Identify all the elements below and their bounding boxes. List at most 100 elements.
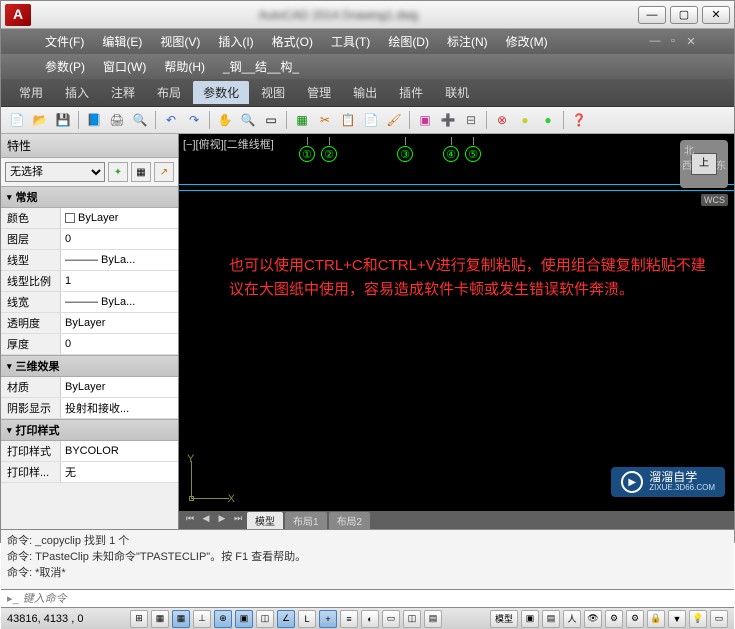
isolate-icon[interactable]: 💡 [689, 610, 707, 628]
prop-value-plottable[interactable]: 无 [61, 462, 178, 482]
menu-draw[interactable]: 绘图(D) [380, 31, 437, 52]
prop-value-lineweight[interactable]: ——— ByLa... [61, 292, 178, 312]
tab-view[interactable]: 视图 [251, 81, 295, 104]
clean-screen-icon[interactable]: ▭ [710, 610, 728, 628]
tab-insert[interactable]: 插入 [55, 81, 99, 104]
group-general[interactable]: ▾常规 [1, 186, 178, 208]
wcs-badge[interactable]: WCS [701, 194, 728, 206]
layout-first-icon[interactable]: ⏮ [183, 513, 197, 527]
layer-add-icon[interactable]: ➕ [438, 110, 458, 130]
open-icon[interactable]: 📂 [30, 110, 50, 130]
command-input[interactable] [23, 593, 728, 605]
match-icon[interactable]: 🖌 [384, 110, 404, 130]
quick-select-icon[interactable]: ✦ [108, 162, 128, 182]
menu-modify[interactable]: 修改(M) [498, 31, 556, 52]
sc-icon[interactable]: ◫ [403, 610, 421, 628]
menu-parametric[interactable]: 参数(P) [37, 56, 93, 77]
select-objects-icon[interactable]: ▦ [131, 162, 151, 182]
tab-annotate[interactable]: 注释 [101, 81, 145, 104]
menu-format[interactable]: 格式(O) [264, 31, 321, 52]
annoauto-icon[interactable]: ⚙ [605, 610, 623, 628]
cut-icon[interactable]: ✂ [315, 110, 335, 130]
print-icon[interactable]: 🖨 [107, 110, 127, 130]
qp-icon[interactable]: ▭ [382, 610, 400, 628]
copy-icon[interactable]: 📋 [338, 110, 358, 130]
save-icon[interactable]: 💾 [53, 110, 73, 130]
menu-file[interactable]: 文件(F) [37, 31, 92, 52]
group-plotstyle[interactable]: ▾打印样式 [1, 419, 178, 441]
toggle-pickadd-icon[interactable]: ↗ [154, 162, 174, 182]
doc-minimize-button[interactable]: — [648, 35, 662, 49]
qview-drawings-icon[interactable]: ▤ [542, 610, 560, 628]
tab-output[interactable]: 输出 [343, 81, 387, 104]
toolbar-lock-icon[interactable]: 🔒 [647, 610, 665, 628]
tab-plugins[interactable]: 插件 [389, 81, 433, 104]
minimize-button[interactable]: — [638, 6, 666, 24]
lwt-icon[interactable]: ≡ [340, 610, 358, 628]
annoscale-icon[interactable]: 人 [563, 610, 581, 628]
paste-icon[interactable]: 📄 [361, 110, 381, 130]
status-coordinates[interactable]: 43816, 4133 , 0 [7, 613, 127, 625]
dyn-icon[interactable]: + [319, 610, 337, 628]
layout-next-icon[interactable]: ▶ [215, 513, 229, 527]
prop-value-ltscale[interactable]: 1 [61, 271, 178, 291]
infer-constraints-icon[interactable]: ⊞ [130, 610, 148, 628]
menu-view[interactable]: 视图(V) [152, 31, 208, 52]
prop-value-plotstyle[interactable]: BYCOLOR [61, 441, 178, 461]
menu-edit[interactable]: 编辑(E) [94, 31, 150, 52]
redo-icon[interactable]: ↷ [184, 110, 204, 130]
new-icon[interactable]: 📄 [7, 110, 27, 130]
help-icon[interactable]: ❓ [569, 110, 589, 130]
doc-close-button[interactable]: ✕ [684, 35, 698, 49]
pan-icon[interactable]: ✋ [215, 110, 235, 130]
3dosnap-icon[interactable]: ◫ [256, 610, 274, 628]
layout-tab-2[interactable]: 布局2 [329, 512, 371, 529]
layer-props-icon[interactable]: ⊟ [461, 110, 481, 130]
viewcube[interactable]: 北 西 上 东 [680, 140, 728, 188]
tab-manage[interactable]: 管理 [297, 81, 341, 104]
layout-tab-model[interactable]: 模型 [247, 512, 283, 529]
prop-value-material[interactable]: ByLayer [61, 377, 178, 397]
tab-online[interactable]: 联机 [435, 81, 479, 104]
snap-icon[interactable]: ▦ [151, 610, 169, 628]
layout-last-icon[interactable]: ⏭ [231, 513, 245, 527]
model-space-button[interactable]: 模型 [490, 610, 518, 628]
viewcube-top-face[interactable]: 上 [691, 153, 717, 175]
otrack-icon[interactable]: ∠ [277, 610, 295, 628]
maximize-button[interactable]: ▢ [670, 6, 698, 24]
grid-icon[interactable]: ▦ [172, 610, 190, 628]
tool2-icon[interactable]: ● [515, 110, 535, 130]
annovis-icon[interactable]: 👁 [584, 610, 602, 628]
group-3d[interactable]: ▾三维效果 [1, 355, 178, 377]
hardware-accel-icon[interactable]: ▼ [668, 610, 686, 628]
prop-value-thickness[interactable]: 0 [61, 334, 178, 354]
menu-insert[interactable]: 插入(I) [210, 31, 261, 52]
prop-value-linetype[interactable]: ——— ByLa... [61, 250, 178, 270]
zoom-window-icon[interactable]: ▭ [261, 110, 281, 130]
qview-layouts-icon[interactable]: ▣ [521, 610, 539, 628]
menu-dimension[interactable]: 标注(N) [439, 31, 496, 52]
workspace-icon[interactable]: ⚙ [626, 610, 644, 628]
ducs-icon[interactable]: L [298, 610, 316, 628]
preview-icon[interactable]: 🔍 [130, 110, 150, 130]
doc-restore-button[interactable]: ▫ [666, 35, 680, 49]
menu-help[interactable]: 帮助(H) [156, 56, 213, 77]
prop-value-color[interactable]: ByLayer [61, 208, 178, 228]
tab-layout[interactable]: 布局 [147, 81, 191, 104]
undo-icon[interactable]: ↶ [161, 110, 181, 130]
am-icon[interactable]: ▤ [424, 610, 442, 628]
zoom-icon[interactable]: 🔍 [238, 110, 258, 130]
layout-tab-1[interactable]: 布局1 [285, 512, 327, 529]
tool3-icon[interactable]: ● [538, 110, 558, 130]
polar-icon[interactable]: ⊕ [214, 610, 232, 628]
prop-value-transp[interactable]: ByLayer [61, 313, 178, 333]
close-button[interactable]: ✕ [702, 6, 730, 24]
ortho-icon[interactable]: ⊥ [193, 610, 211, 628]
qnew-icon[interactable]: 📘 [84, 110, 104, 130]
block-icon[interactable]: ▣ [415, 110, 435, 130]
layout-prev-icon[interactable]: ◀ [199, 513, 213, 527]
transparency-icon[interactable]: ◐ [361, 610, 379, 628]
tab-parametric[interactable]: 参数化 [193, 81, 249, 104]
tab-home[interactable]: 常用 [9, 81, 53, 104]
menu-steel[interactable]: _钢__结__构_ [215, 56, 307, 77]
